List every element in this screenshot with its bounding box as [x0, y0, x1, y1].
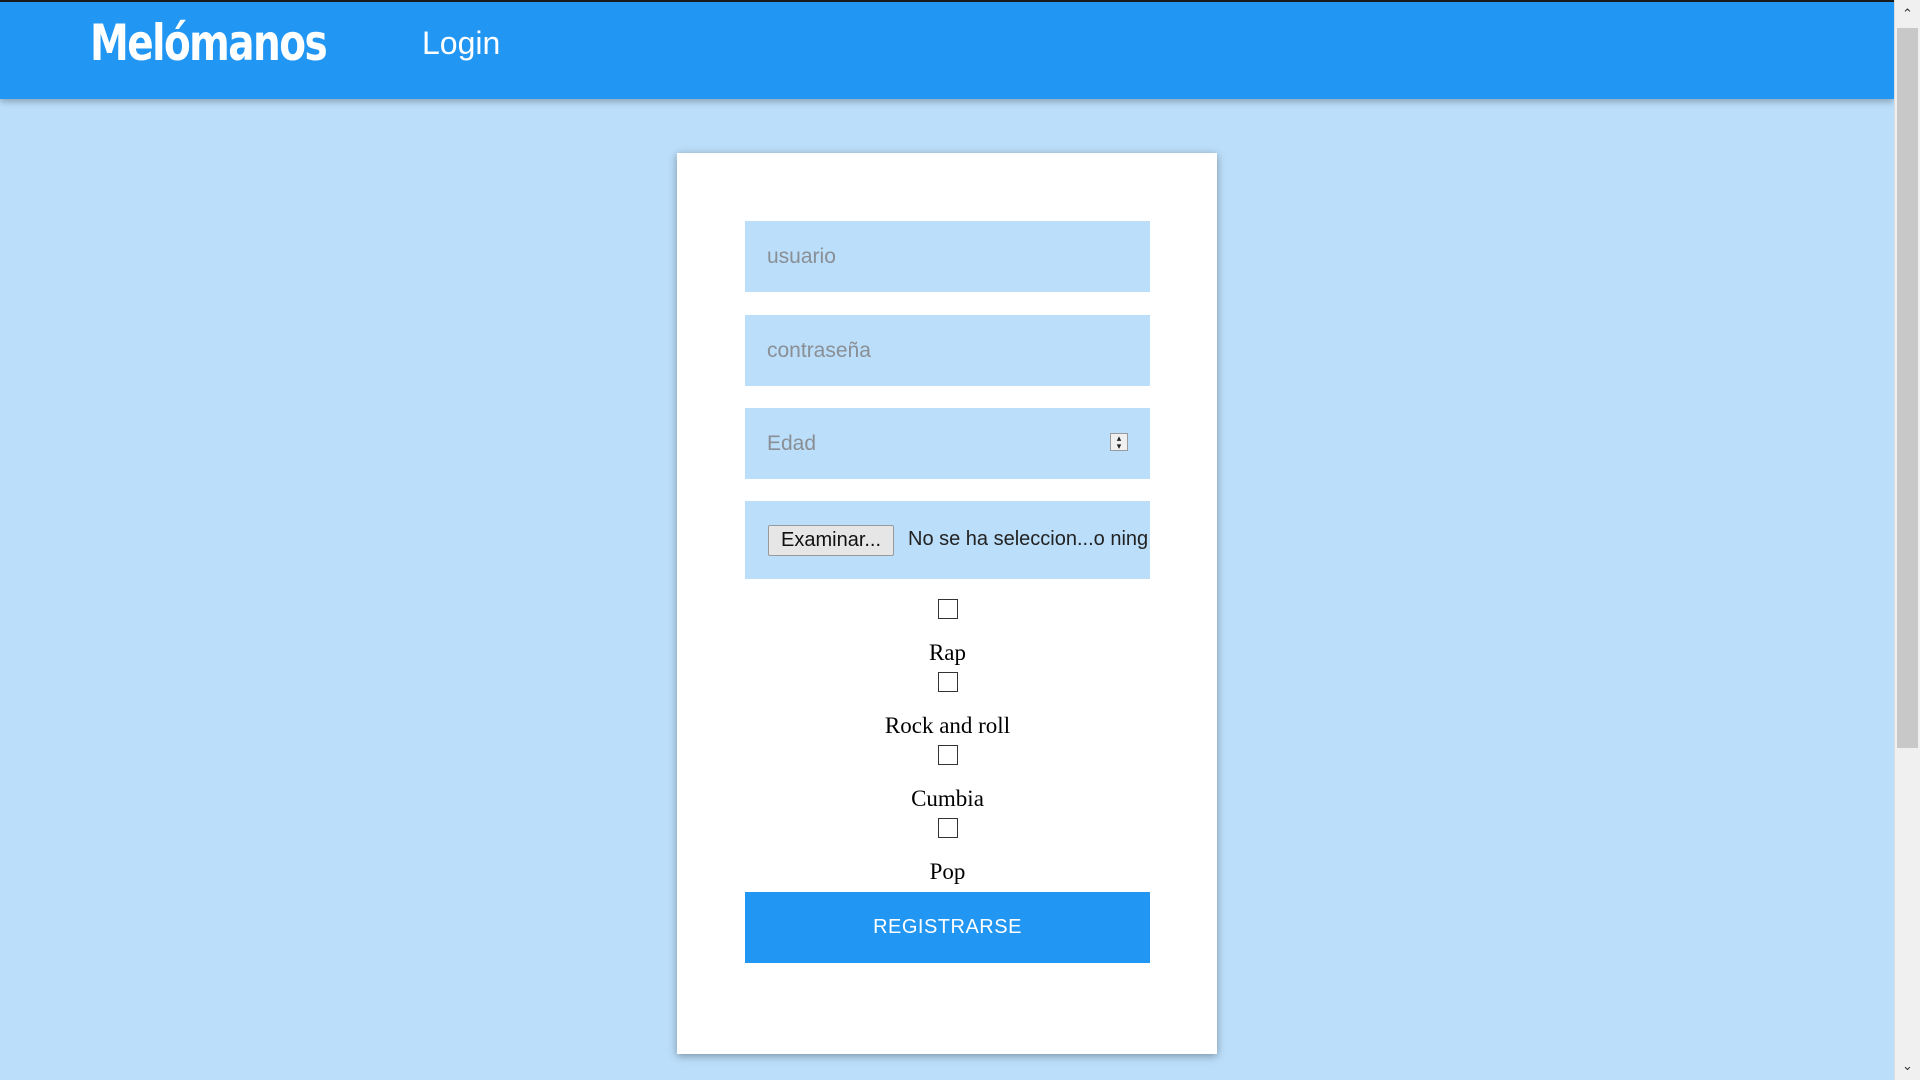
chevron-down-icon[interactable]: ⌄ — [1895, 1054, 1920, 1078]
file-status-text: No se ha seleccion...o ning — [908, 528, 1149, 550]
genre-item-pop: Pop — [745, 818, 1150, 891]
username-field[interactable] — [745, 221, 1150, 292]
vertical-scrollbar[interactable]: ⌃ ⌄ — [1894, 0, 1920, 1080]
genre-item-rap: Rap — [745, 599, 1150, 672]
genre-label-rap: Rap — [928, 640, 967, 665]
password-field[interactable] — [745, 315, 1150, 386]
top-navbar: Melómanos Login — [0, 0, 1894, 99]
genre-label-rock-and-roll: Rock and roll — [884, 713, 1011, 738]
browse-file-button[interactable]: Examinar... — [768, 525, 895, 556]
file-upload-field: Examinar... No se ha seleccion...o ning — [745, 501, 1150, 579]
page-viewport: Melómanos Login ▴▾ Examinar... No se ha … — [0, 0, 1894, 1080]
scrollbar-thumb[interactable] — [1897, 28, 1918, 748]
genre-label-cumbia: Cumbia — [911, 786, 984, 811]
genre-checkbox-pop[interactable] — [937, 818, 958, 838]
genre-checkbox-rap[interactable] — [937, 599, 958, 619]
register-button[interactable]: REGISTRARSE — [745, 892, 1150, 963]
number-spinner-icon[interactable]: ▴ ▾ — [1110, 433, 1128, 451]
genre-checkbox-list: Rap Rock and roll Cumbia Pop — [745, 599, 1150, 891]
genre-item-rock-and-roll: Rock and roll — [745, 672, 1150, 745]
register-card: ▴▾ Examinar... No se ha seleccion...o ni… — [677, 153, 1217, 1054]
age-field-wrapper: ▴▾ — [745, 408, 1150, 479]
genre-checkbox-rock-and-roll[interactable] — [937, 672, 958, 692]
genre-checkbox-cumbia[interactable] — [937, 745, 958, 765]
chevron-up-icon[interactable]: ⌃ — [1895, 2, 1920, 26]
nav-login-link[interactable]: Login — [422, 25, 500, 61]
genre-item-cumbia: Cumbia — [745, 745, 1150, 818]
genre-label-pop: Pop — [929, 859, 966, 884]
age-field[interactable] — [745, 408, 1150, 479]
brand-logo[interactable]: Melómanos — [90, 16, 328, 71]
